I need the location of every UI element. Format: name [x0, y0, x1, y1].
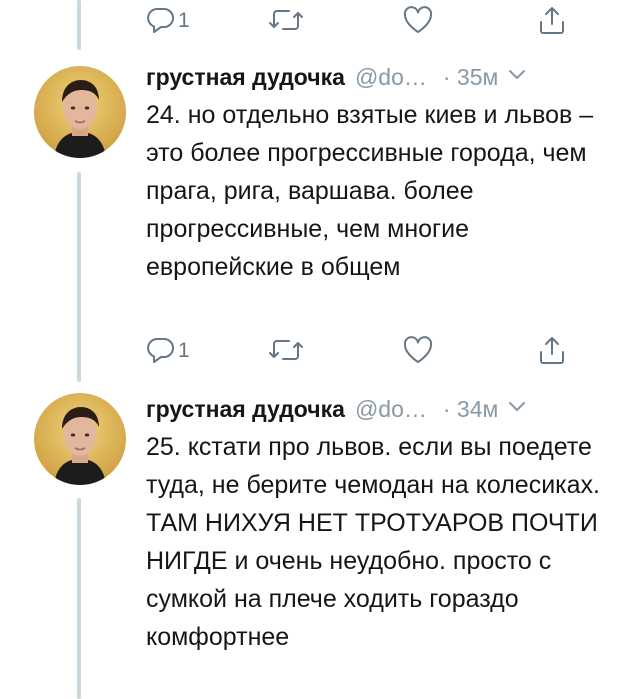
thread-line — [77, 498, 81, 699]
action-bar: 1 — [146, 330, 576, 370]
display-name[interactable]: грустная дудочка — [146, 396, 345, 423]
tweet-header: грустная дудочка @do… · 35м — [146, 60, 620, 94]
chevron-down-icon[interactable] — [508, 400, 526, 418]
reply-count: 1 — [178, 338, 190, 362]
share-icon — [538, 334, 566, 366]
thread-line — [77, 172, 81, 382]
reply-count: 1 — [178, 8, 190, 32]
tweet-header: грустная дудочка @do… · 34м — [146, 392, 620, 426]
user-handle[interactable]: @do… — [355, 64, 427, 91]
share-button[interactable] — [538, 330, 566, 370]
timestamp[interactable]: · 35м — [443, 64, 498, 91]
user-handle[interactable]: @do… — [355, 396, 427, 423]
tweet-text: 25. кстати про львов. если вы поедете ту… — [146, 433, 601, 651]
share-icon — [538, 4, 566, 36]
like-icon — [402, 5, 434, 35]
reply-button[interactable]: 1 — [146, 0, 190, 40]
chevron-down-icon[interactable] — [508, 68, 526, 86]
avatar[interactable] — [34, 393, 126, 485]
thread-line — [77, 0, 81, 50]
reply-button[interactable]: 1 — [146, 330, 190, 370]
reply-icon — [146, 5, 176, 35]
tweet-text: 24. но отдельно взятые киев и львов – эт… — [146, 101, 594, 281]
retweet-icon — [268, 335, 304, 365]
timestamp[interactable]: · 34м — [443, 396, 498, 423]
retweet-icon — [268, 5, 304, 35]
action-bar: 1 — [146, 0, 576, 40]
reply-icon — [146, 335, 176, 365]
avatar[interactable] — [34, 66, 126, 158]
share-button[interactable] — [538, 0, 566, 40]
retweet-button[interactable] — [268, 0, 304, 40]
like-icon — [402, 335, 434, 365]
like-button[interactable] — [402, 330, 434, 370]
retweet-button[interactable] — [268, 330, 304, 370]
like-button[interactable] — [402, 0, 434, 40]
display-name[interactable]: грустная дудочка — [146, 64, 345, 91]
